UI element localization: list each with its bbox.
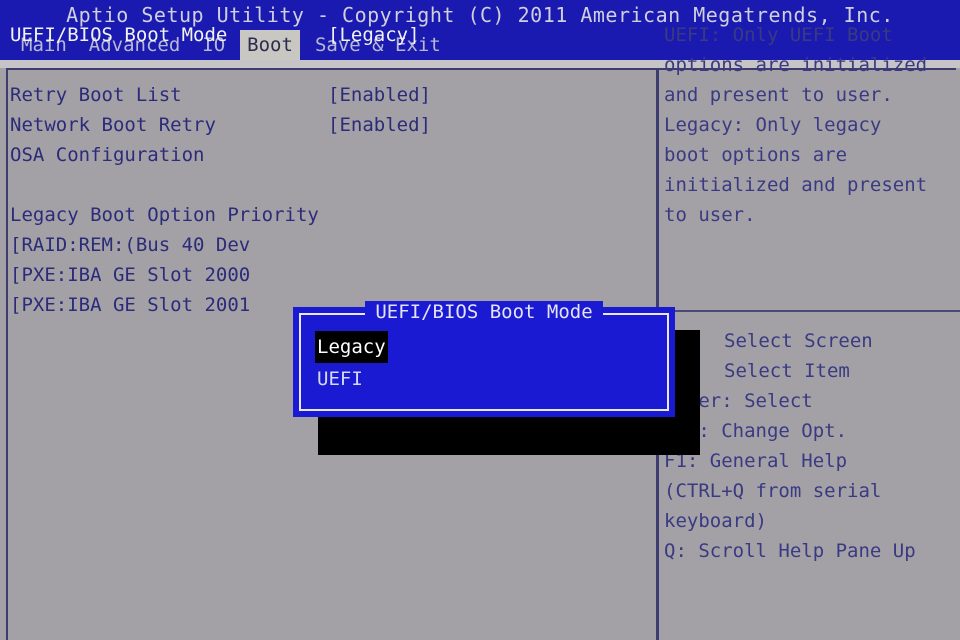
help-text-line: boot options are: [664, 144, 848, 166]
nav-help-line: +/-: Change Opt.: [664, 420, 848, 442]
setting-label: Retry Boot List: [10, 84, 182, 106]
frame-left-border: [6, 68, 8, 640]
bios-setup-screen: Aptio Setup Utility - Copyright (C) 2011…: [0, 0, 960, 640]
help-text-line: to user.: [664, 204, 756, 226]
boot-option-entry[interactable]: [RAID:REM:(Bus 40 Dev: [10, 230, 650, 260]
setting-row[interactable]: OSA Configuration: [10, 140, 650, 170]
dialog-option-row[interactable]: Legacy: [315, 331, 653, 363]
nav-help-line: Enter: Select: [664, 390, 813, 412]
setting-value[interactable]: [Enabled]: [328, 84, 431, 106]
dialog-title-text: UEFI/BIOS Boot Mode: [365, 301, 603, 323]
navigation-help-panel: Select Screen Select Item Enter: Select +/-…: [664, 326, 960, 566]
dialog-option-legacy[interactable]: Legacy: [315, 331, 388, 363]
help-panel-divider: [664, 310, 960, 312]
dialog-inner-frame: UEFI/BIOS Boot Mode Legacy UEFI: [299, 301, 669, 411]
setting-row[interactable]: Network Boot Retry [Enabled]: [10, 110, 650, 140]
settings-spacer: [10, 50, 650, 80]
nav-help-line: Q: Scroll Help Pane Up: [664, 540, 916, 562]
help-text-line: initialized and present: [664, 174, 928, 196]
help-text-line: UEFI: Only UEFI Boot: [664, 24, 893, 46]
boot-priority-section-title: Legacy Boot Option Priority: [10, 204, 319, 226]
nav-help-line: (CTRL+Q from serial: [664, 480, 882, 502]
setting-label: UEFI/BIOS Boot Mode: [10, 24, 228, 46]
setting-row[interactable]: Retry Boot List [Enabled]: [10, 80, 650, 110]
setting-value[interactable]: [Legacy]: [328, 24, 420, 46]
setting-value[interactable]: [Enabled]: [328, 114, 431, 136]
help-text-line: and present to user.: [664, 84, 893, 106]
nav-help-line: F1: General Help: [664, 450, 848, 472]
setting-label: Network Boot Retry: [10, 114, 216, 136]
setting-label: OSA Configuration: [10, 144, 205, 166]
nav-help-line: Select Item: [724, 360, 850, 382]
dialog-title: UEFI/BIOS Boot Mode: [301, 301, 667, 323]
help-text-line: options are initialized: [664, 54, 928, 76]
dialog-option-row[interactable]: UEFI: [315, 363, 653, 395]
nav-help-line: keyboard): [664, 510, 767, 532]
settings-spacer: [10, 170, 650, 200]
setting-row[interactable]: UEFI/BIOS Boot Mode [Legacy]: [10, 20, 650, 50]
settings-panel: UEFI/BIOS Boot Mode [Legacy] Retry Boot Li…: [10, 20, 650, 560]
help-text-line: Legacy: Only legacy: [664, 114, 882, 136]
nav-help-line: Select Screen: [724, 330, 873, 352]
dialog-option-uefi[interactable]: UEFI: [315, 363, 365, 395]
boot-option-entry[interactable]: [PXE:IBA GE Slot 2000: [10, 260, 650, 290]
dialog-option-list[interactable]: Legacy UEFI: [315, 331, 653, 395]
boot-mode-dialog[interactable]: UEFI/BIOS Boot Mode Legacy UEFI: [293, 301, 675, 417]
